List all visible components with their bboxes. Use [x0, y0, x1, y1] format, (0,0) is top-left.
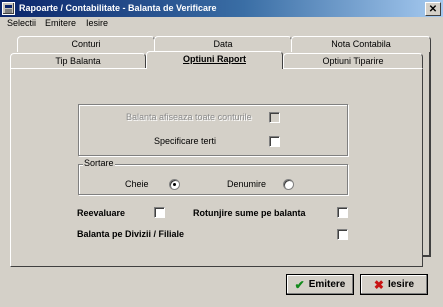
division-balance-label: Balanta pe Divizii / Filiale: [77, 229, 185, 239]
reevaluation-checkbox[interactable]: [154, 207, 165, 218]
tab-tip-balanta[interactable]: Tip Balanta: [10, 53, 146, 69]
tab-page-optiuni-raport: Balanta afiseaza toate conturile Specifi…: [10, 68, 423, 267]
menu-iesire[interactable]: Iesire: [86, 18, 108, 28]
sort-key-radio[interactable]: [169, 179, 180, 190]
reevaluation-label: Reevaluare: [77, 208, 126, 218]
tab-data[interactable]: Data: [154, 36, 292, 52]
sort-name-radio[interactable]: [283, 179, 294, 190]
division-balance-checkbox[interactable]: [337, 229, 348, 240]
exit-button-label: Iesire: [387, 279, 415, 290]
tab-nota-contabila[interactable]: Nota Contabila: [291, 36, 431, 52]
checkmark-icon: ✔: [294, 277, 305, 292]
sort-key-label: Cheie: [125, 179, 149, 189]
menu-selectii[interactable]: Selectii: [7, 18, 36, 28]
tab-conturi[interactable]: Conturi: [17, 36, 155, 52]
emit-button[interactable]: ✔ Emitere: [286, 274, 354, 295]
specify-third-parties-label: Specificare terti: [154, 136, 217, 146]
menu-emitere[interactable]: Emitere: [45, 18, 76, 28]
menu-bar: Selectii Emitere Iesire: [0, 17, 443, 31]
window-title: Rapoarte / Contabilitate - Balanta de Ve…: [19, 3, 217, 13]
specify-third-parties-checkbox[interactable]: [269, 136, 280, 147]
x-icon: ✖: [373, 277, 384, 292]
show-all-accounts-checkbox[interactable]: [269, 112, 280, 123]
app-icon: [2, 2, 15, 15]
sort-group: [78, 164, 348, 195]
emit-button-label: Emitere: [308, 279, 346, 290]
sort-legend: Sortare: [83, 158, 115, 168]
rounding-checkbox[interactable]: [337, 207, 348, 218]
show-all-accounts-label: Balanta afiseaza toate conturile: [126, 112, 252, 122]
exit-button[interactable]: ✖ Iesire: [360, 274, 428, 295]
dialog-window: Rapoarte / Contabilitate - Balanta de Ve…: [0, 0, 443, 307]
tab-optiuni-raport[interactable]: Optiuni Raport: [146, 51, 283, 69]
radio-selected-dot: [173, 183, 176, 186]
close-button[interactable]: ✕: [425, 2, 441, 16]
title-bar[interactable]: Rapoarte / Contabilitate - Balanta de Ve…: [0, 0, 443, 17]
tab-optiuni-tiparire[interactable]: Optiuni Tiparire: [283, 53, 423, 69]
sort-name-label: Denumire: [227, 179, 267, 189]
rounding-label: Rotunjire sume pe balanta: [193, 208, 306, 218]
